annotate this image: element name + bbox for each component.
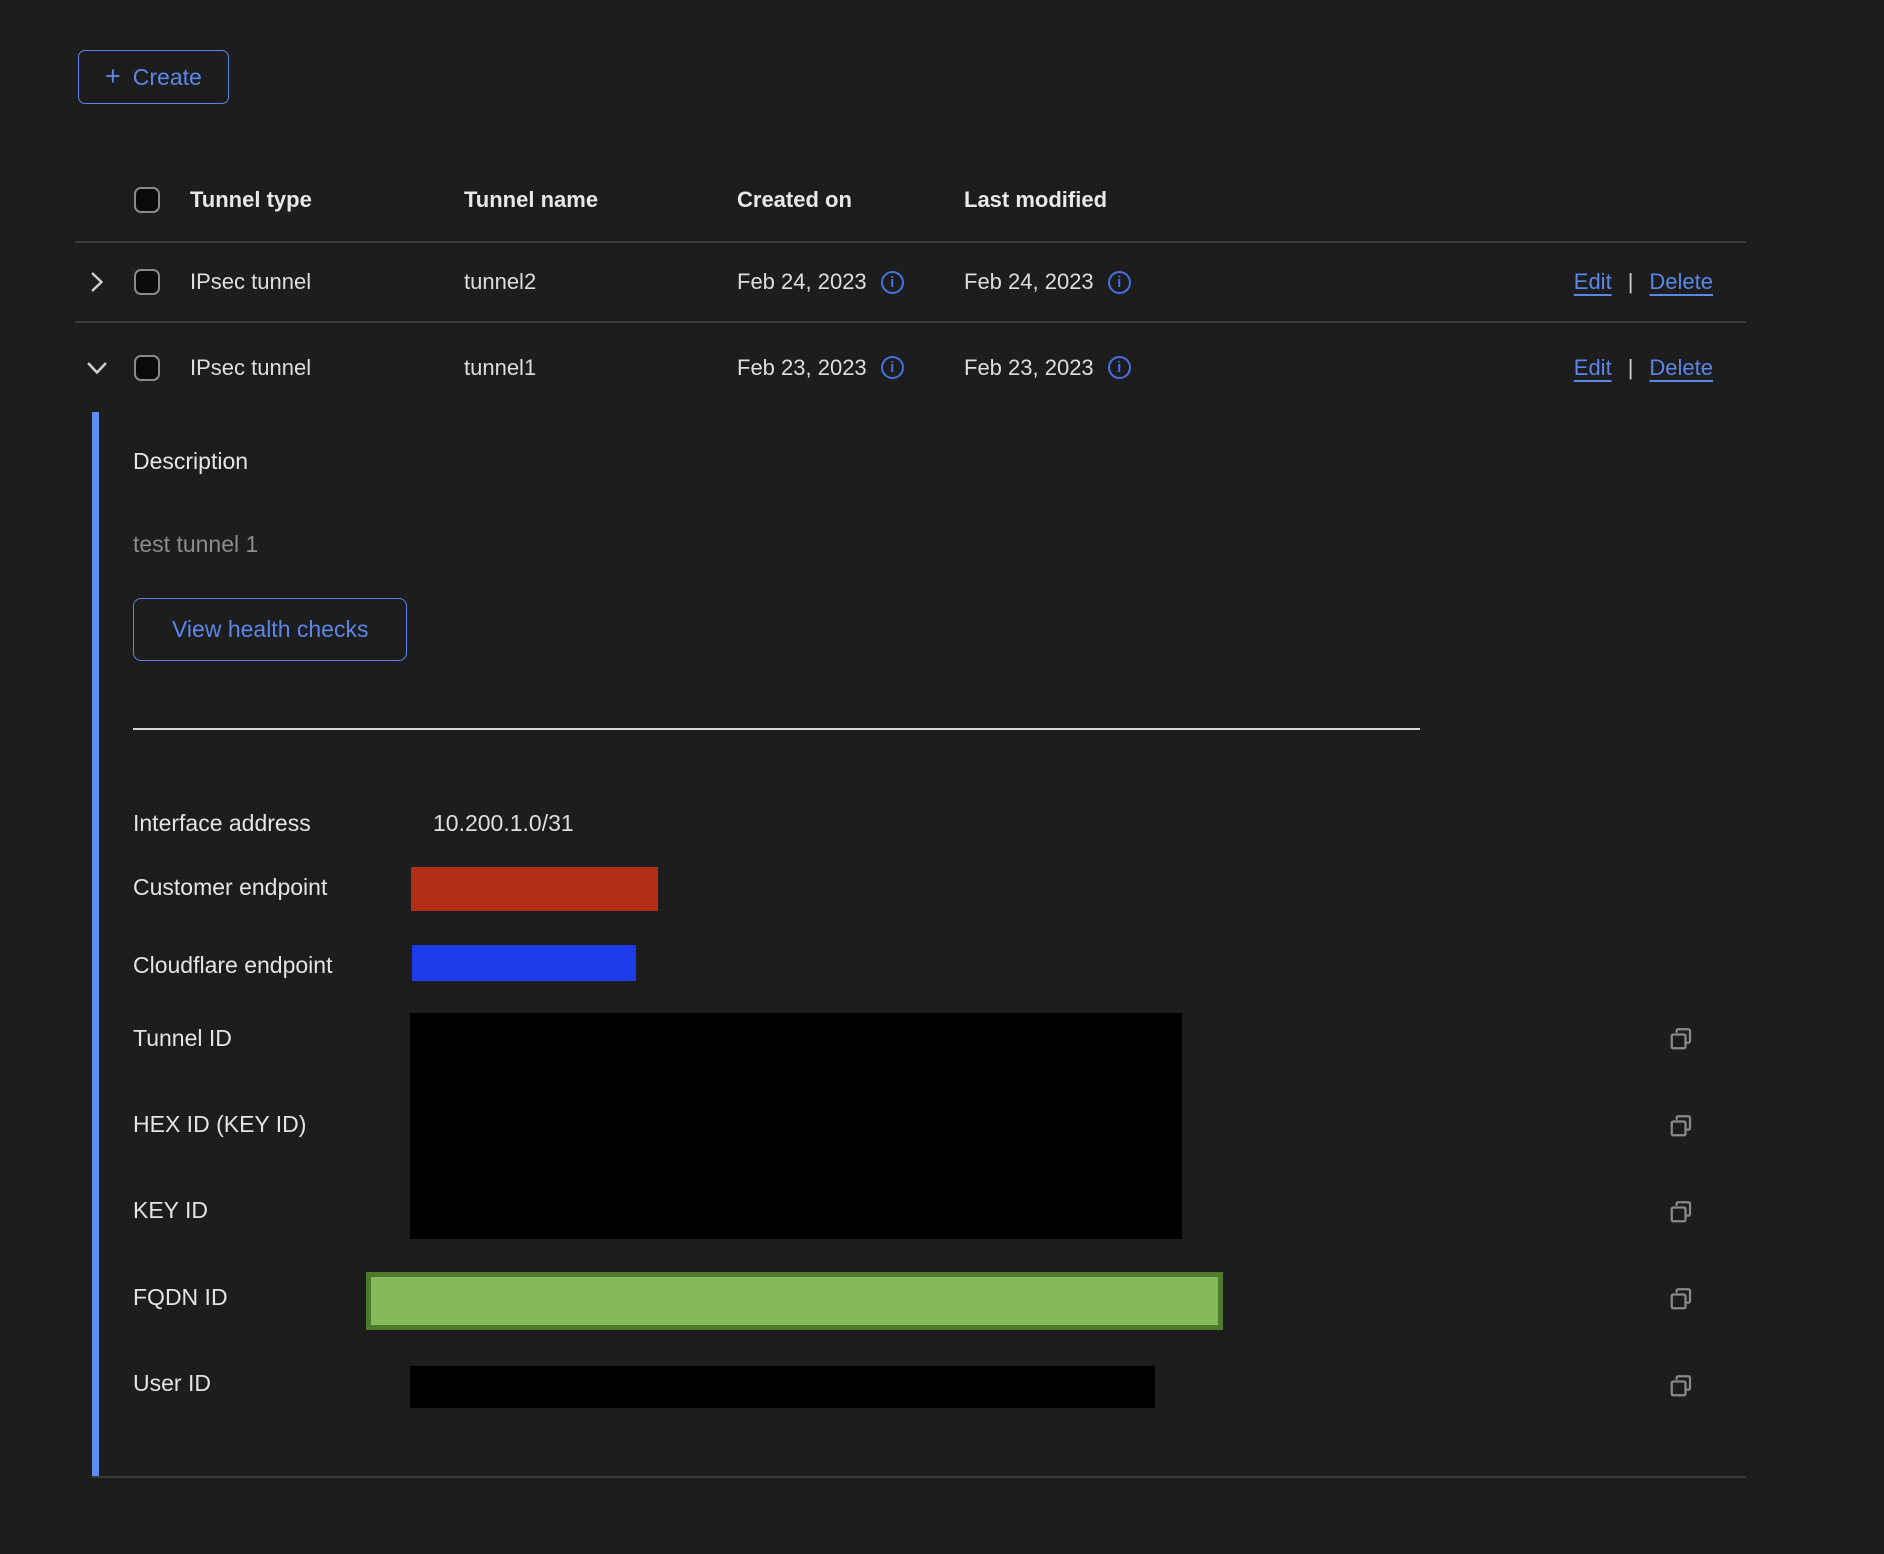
chevron-right-icon — [85, 270, 109, 294]
copy-icon — [1666, 1371, 1696, 1401]
interface-address-value: 10.200.1.0/31 — [433, 810, 574, 837]
tunnel-name-cell: tunnel1 — [464, 355, 737, 381]
edit-link[interactable]: Edit — [1574, 355, 1612, 381]
description-value: test tunnel 1 — [133, 531, 258, 558]
actions-separator: | — [1628, 269, 1634, 295]
select-all-checkbox[interactable] — [134, 187, 160, 213]
collapse-row-button[interactable] — [85, 356, 109, 380]
header-created-on: Created on — [737, 187, 852, 213]
tunnel-name-cell: tunnel2 — [464, 269, 737, 295]
ipsec-tunnels-page: + Create Tunnel type Tunnel name Created… — [0, 0, 1884, 1554]
table-row: IPsec tunnel tunnel1 Feb 23, 2023 i Feb … — [75, 323, 1746, 412]
last-modified-cell: Feb 24, 2023 — [964, 269, 1094, 295]
copy-icon — [1666, 1024, 1696, 1054]
copy-icon — [1666, 1111, 1696, 1141]
hex-id-label: HEX ID (KEY ID) — [133, 1111, 306, 1138]
customer-endpoint-redaction — [411, 867, 658, 911]
copy-icon — [1666, 1197, 1696, 1227]
cloudflare-endpoint-redaction — [412, 945, 636, 981]
create-button-label: Create — [133, 64, 202, 91]
chevron-down-icon — [85, 356, 109, 380]
user-id-redaction — [410, 1366, 1155, 1408]
interface-address-label: Interface address — [133, 810, 311, 837]
expanded-row-indicator-bar — [92, 412, 99, 1477]
cloudflare-endpoint-label: Cloudflare endpoint — [133, 952, 332, 979]
delete-link[interactable]: Delete — [1649, 355, 1713, 381]
fqdn-id-label: FQDN ID — [133, 1284, 228, 1311]
header-tunnel-name: Tunnel name — [464, 187, 737, 213]
header-last-modified: Last modified — [964, 187, 1107, 213]
created-on-cell: Feb 23, 2023 — [737, 355, 867, 381]
delete-link[interactable]: Delete — [1649, 269, 1713, 295]
panel-bottom-divider — [92, 1476, 1746, 1478]
copy-user-id-button[interactable] — [1666, 1371, 1696, 1401]
customer-endpoint-label: Customer endpoint — [133, 874, 327, 901]
info-icon[interactable]: i — [1108, 356, 1131, 379]
copy-tunnel-id-button[interactable] — [1666, 1024, 1696, 1054]
copy-key-id-button[interactable] — [1666, 1197, 1696, 1227]
edit-link[interactable]: Edit — [1574, 269, 1612, 295]
plus-icon: + — [105, 63, 121, 90]
user-id-label: User ID — [133, 1370, 211, 1397]
view-health-checks-button[interactable]: View health checks — [133, 598, 407, 661]
info-icon[interactable]: i — [1108, 271, 1131, 294]
key-id-label: KEY ID — [133, 1197, 208, 1224]
tunnel-type-cell: IPsec tunnel — [190, 269, 464, 295]
panel-divider — [133, 728, 1420, 730]
row-checkbox[interactable] — [134, 269, 160, 295]
last-modified-cell: Feb 23, 2023 — [964, 355, 1094, 381]
copy-hex-id-button[interactable] — [1666, 1111, 1696, 1141]
info-icon[interactable]: i — [881, 356, 904, 379]
copy-icon — [1666, 1284, 1696, 1314]
row-checkbox[interactable] — [134, 355, 160, 381]
tunnel-type-cell: IPsec tunnel — [190, 355, 464, 381]
tunnel-id-label: Tunnel ID — [133, 1025, 232, 1052]
expand-row-button[interactable] — [85, 270, 109, 294]
copy-fqdn-id-button[interactable] — [1666, 1284, 1696, 1314]
table-header-row: Tunnel type Tunnel name Created on Last … — [75, 158, 1746, 243]
created-on-cell: Feb 24, 2023 — [737, 269, 867, 295]
table-row: IPsec tunnel tunnel2 Feb 24, 2023 i Feb … — [75, 243, 1746, 323]
fqdn-id-redaction — [366, 1272, 1223, 1330]
ids-redaction — [410, 1013, 1182, 1239]
description-heading: Description — [133, 448, 248, 475]
info-icon[interactable]: i — [881, 271, 904, 294]
actions-separator: | — [1628, 355, 1634, 381]
header-tunnel-type: Tunnel type — [190, 187, 464, 213]
create-button[interactable]: + Create — [78, 50, 229, 104]
